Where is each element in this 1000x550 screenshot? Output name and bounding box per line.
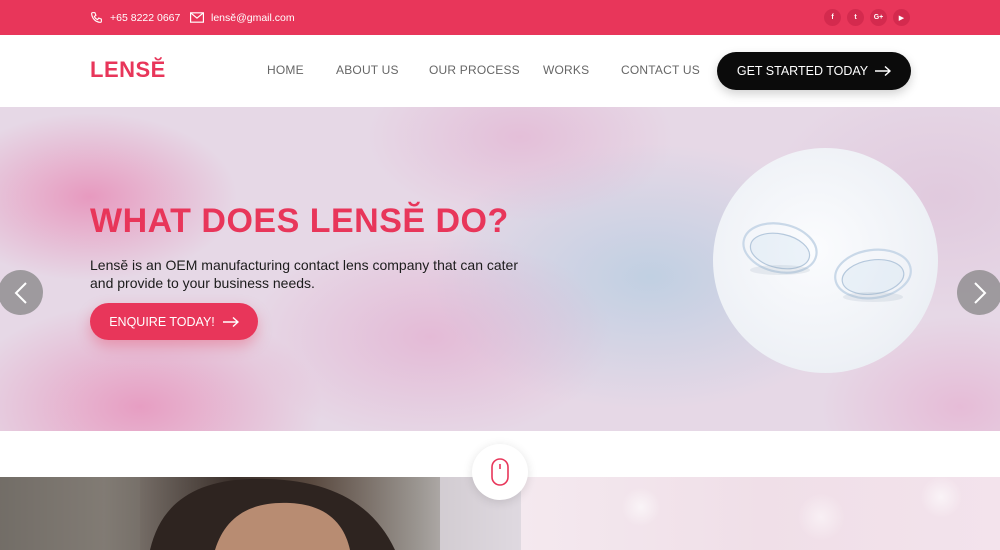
nav-item-about-us[interactable]: ABOUT US	[336, 63, 399, 77]
get-started-button[interactable]: GET STARTED TODAY	[717, 52, 911, 90]
logo[interactable]: LENSĔ	[90, 57, 166, 83]
nav-item-works[interactable]: WORKS	[543, 63, 589, 77]
contact-lenses-illustration	[742, 222, 912, 302]
enquire-label: ENQUIRE TODAY!	[109, 314, 215, 329]
chevron-right-icon	[973, 281, 986, 304]
bokeh-background-image	[521, 477, 1000, 550]
hero-title: WHAT DOES LENSĔ DO?	[90, 202, 509, 240]
top-bar: +65 8222 0667 lensĕ@gmail.com f t G+ ▶	[0, 0, 1000, 35]
nav-item-our-process[interactable]: OUR PROCESS	[429, 63, 520, 77]
hero-slider: WHAT DOES LENSĔ DO? Lensĕ is an OEM manu…	[0, 107, 1000, 431]
portrait-photo	[0, 477, 521, 550]
scroll-down-button[interactable]	[472, 444, 528, 500]
email-contact[interactable]: lensĕ@gmail.com	[190, 0, 295, 35]
enquire-button[interactable]: ENQUIRE TODAY!	[90, 303, 258, 340]
phone-number: +65 8222 0667	[110, 11, 181, 24]
contact-lens-image	[713, 148, 938, 373]
nav-item-contact-us[interactable]: CONTACT US	[621, 63, 700, 77]
arrow-right-icon	[875, 66, 892, 76]
facebook-icon[interactable]: f	[824, 9, 841, 26]
phone-icon	[91, 12, 102, 23]
slider-prev-button[interactable]	[0, 270, 43, 315]
phone-contact[interactable]: +65 8222 0667	[90, 0, 180, 35]
youtube-icon[interactable]: ▶	[893, 9, 910, 26]
navbar: LENSĔ HOME ABOUT US OUR PROCESS WORKS CO…	[0, 35, 1000, 107]
nav-item-home[interactable]: HOME	[267, 63, 304, 77]
hero-description: Lensĕ is an OEM manufacturing contact le…	[90, 257, 519, 291]
twitter-icon[interactable]: t	[847, 9, 864, 26]
get-started-label: GET STARTED TODAY	[736, 64, 869, 78]
social-links: f t G+ ▶	[824, 9, 910, 26]
chevron-left-icon	[14, 281, 27, 304]
envelope-icon	[190, 12, 204, 23]
slider-next-button[interactable]	[957, 270, 1000, 315]
portrait-illustration	[0, 477, 521, 550]
arrow-right-icon	[222, 316, 239, 327]
email-address: lensĕ@gmail.com	[211, 11, 295, 24]
mouse-icon	[491, 458, 509, 486]
google-plus-icon[interactable]: G+	[870, 9, 887, 26]
